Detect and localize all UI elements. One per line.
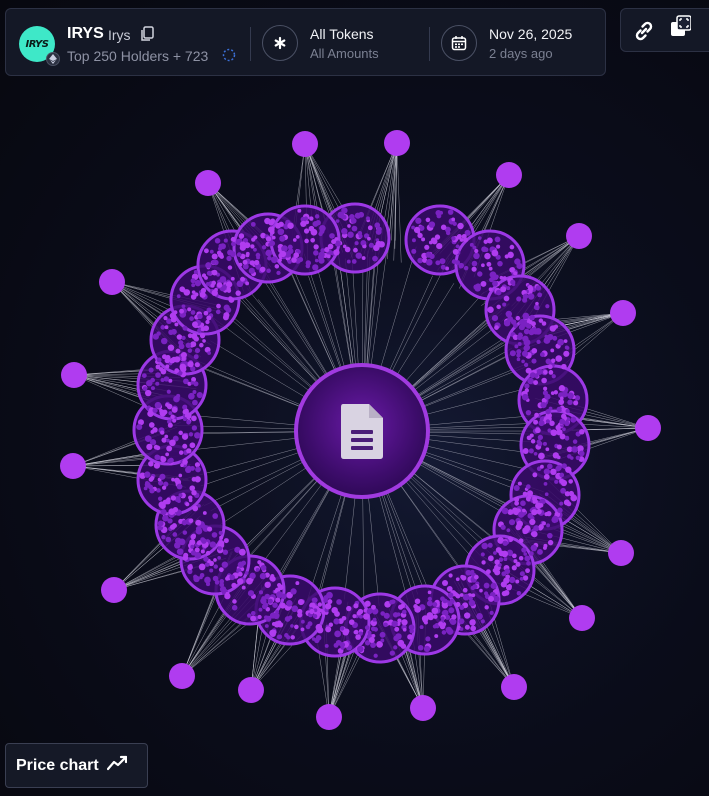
outer-node[interactable] bbox=[195, 170, 221, 196]
outer-node[interactable] bbox=[316, 704, 342, 730]
date-filter-title[interactable]: Nov 26, 2025 bbox=[489, 26, 572, 42]
loading-spinner-icon bbox=[222, 48, 236, 62]
outer-node[interactable] bbox=[384, 130, 410, 156]
chain-badge-icon bbox=[46, 52, 60, 66]
outer-node[interactable] bbox=[99, 269, 125, 295]
action-toolbar bbox=[620, 8, 709, 52]
token-symbol: IRYS bbox=[67, 25, 104, 42]
outer-node[interactable] bbox=[635, 415, 661, 441]
outer-node[interactable] bbox=[292, 131, 318, 157]
document-icon bbox=[341, 404, 383, 459]
divider bbox=[250, 27, 251, 61]
outer-node[interactable] bbox=[566, 223, 592, 249]
outer-node[interactable] bbox=[238, 677, 264, 703]
divider bbox=[429, 27, 430, 61]
outer-node[interactable] bbox=[101, 577, 127, 603]
outer-node[interactable] bbox=[608, 540, 634, 566]
center-token-node[interactable] bbox=[294, 363, 430, 499]
asterisk-icon[interactable] bbox=[262, 25, 298, 61]
outer-node[interactable] bbox=[501, 674, 527, 700]
token-filter-title[interactable]: All Tokens bbox=[310, 26, 374, 42]
token-name: Irys bbox=[108, 27, 131, 43]
token-info-bar: IRYS IRYS Irys Top 250 Holders + 723 All… bbox=[5, 8, 606, 76]
outer-node[interactable] bbox=[610, 300, 636, 326]
outer-node[interactable] bbox=[61, 362, 87, 388]
trend-line-icon bbox=[106, 755, 127, 776]
outer-node[interactable] bbox=[60, 453, 86, 479]
token-filter-sub: All Amounts bbox=[310, 46, 379, 61]
expand-icon[interactable] bbox=[669, 14, 692, 45]
outer-node[interactable] bbox=[569, 605, 595, 631]
outer-node[interactable] bbox=[496, 162, 522, 188]
calendar-icon[interactable] bbox=[441, 25, 477, 61]
price-chart-label: Price chart bbox=[16, 756, 99, 774]
price-chart-button[interactable]: Price chart bbox=[5, 743, 148, 788]
date-filter-sub: 2 days ago bbox=[489, 46, 553, 61]
holders-count: Top 250 Holders + 723 bbox=[67, 48, 209, 64]
link-icon[interactable] bbox=[633, 20, 655, 47]
holder-bubble-graph[interactable] bbox=[0, 0, 709, 796]
copy-icon[interactable] bbox=[140, 26, 154, 47]
outer-node[interactable] bbox=[410, 695, 436, 721]
outer-node[interactable] bbox=[169, 663, 195, 689]
